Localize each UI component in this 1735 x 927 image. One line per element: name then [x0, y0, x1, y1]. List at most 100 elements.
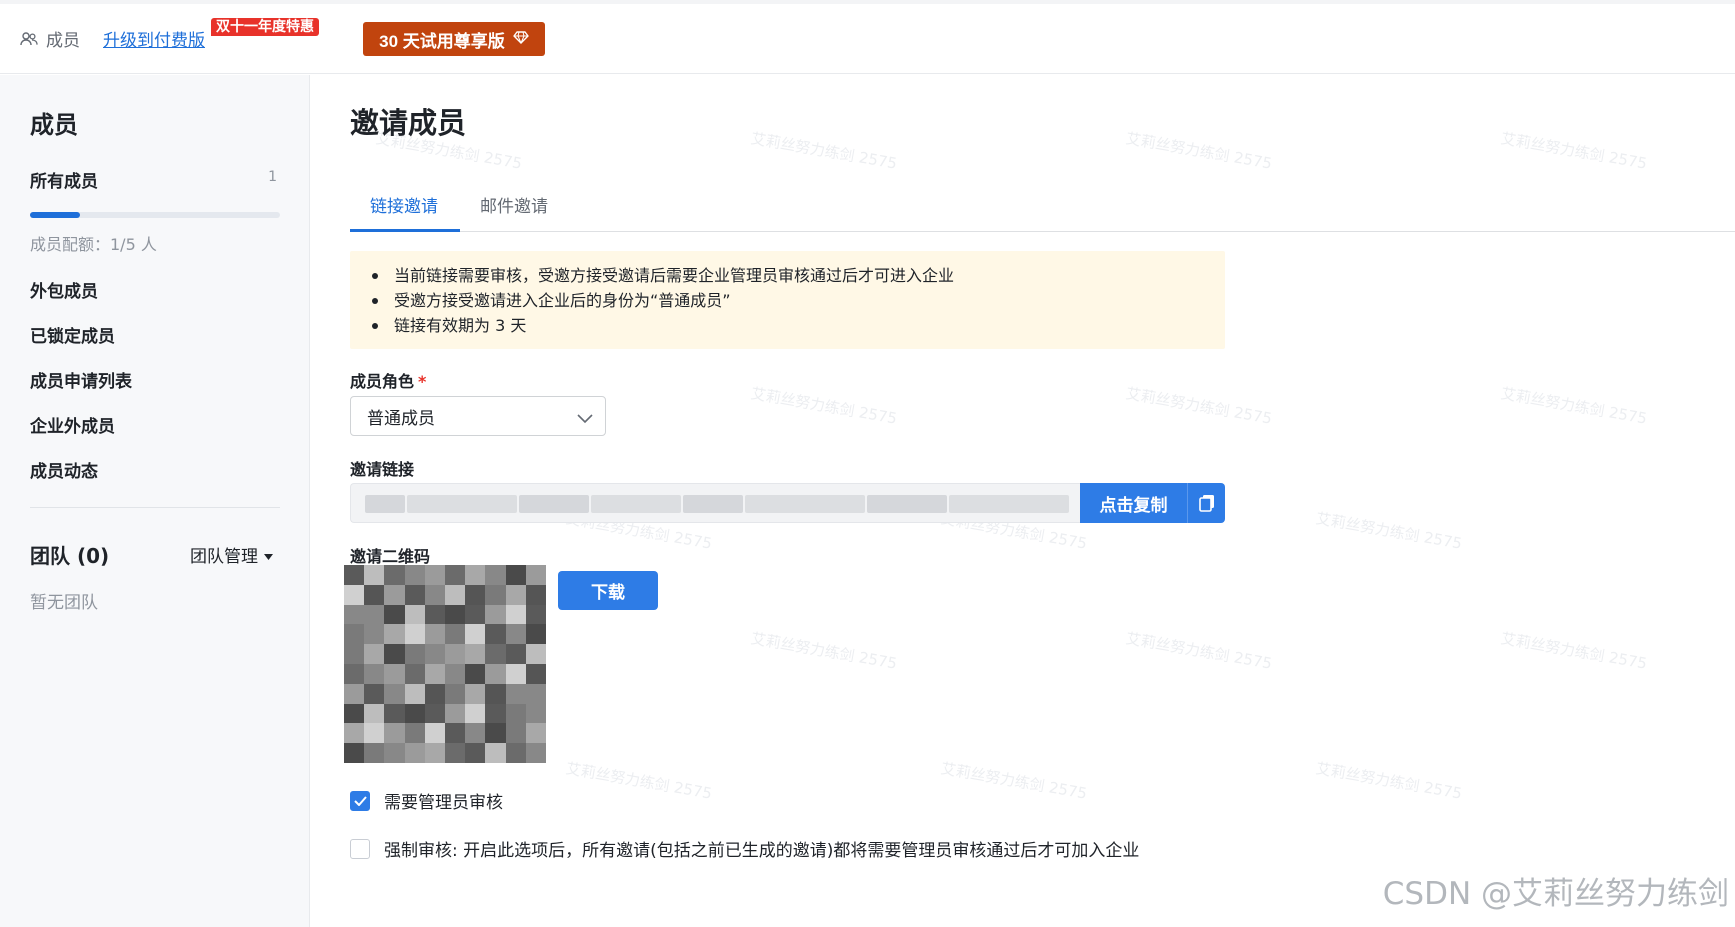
watermark: 艾莉丝努力练剑 2575 — [1499, 129, 1649, 173]
notice-box: 当前链接需要审核，受邀方接受邀请后需要企业管理员审核通过后才可进入企业 受邀方接… — [350, 251, 1225, 349]
qr-cell — [505, 683, 526, 704]
qr-cell — [344, 644, 365, 664]
force-review-option[interactable]: 强制审核: 开启此选项后，所有邀请(包括之前已生成的邀请)都将需要管理员审核通过… — [350, 836, 1139, 861]
qr-cell — [424, 723, 445, 744]
active-tab-indicator — [350, 229, 460, 232]
qr-cell — [525, 663, 546, 684]
qr-cell — [364, 604, 385, 625]
qr-cell — [424, 663, 445, 684]
qr-cell — [384, 644, 405, 664]
qr-cell — [445, 723, 466, 744]
notice-item: 当前链接需要审核，受邀方接受邀请后需要企业管理员审核通过后才可进入企业 — [372, 263, 1225, 288]
watermark: 艾莉丝努力练剑 2575 — [749, 129, 899, 173]
qr-cell — [384, 703, 405, 724]
qr-cell — [384, 565, 405, 585]
qr-cell — [344, 565, 365, 585]
breadcrumb: 成员 — [20, 26, 80, 51]
qr-cell — [505, 604, 526, 625]
team-manage-label: 团队管理 — [190, 547, 258, 567]
qr-cell — [525, 565, 546, 585]
qr-cell — [424, 624, 445, 645]
qr-cell — [445, 584, 466, 605]
watermark: 艾莉丝努力练剑 2575 — [1499, 384, 1649, 428]
qr-cell — [445, 644, 466, 664]
invite-link-field[interactable] — [350, 483, 1080, 523]
qr-cell — [364, 663, 385, 684]
qr-cell — [404, 663, 425, 684]
qr-cell — [465, 683, 486, 704]
qr-cell — [424, 683, 445, 704]
watermark: 艾莉丝努力练剑 2575 — [939, 759, 1089, 803]
qr-cell — [424, 565, 445, 585]
qr-cell — [525, 723, 546, 744]
watermark: 艾莉丝努力练剑 2575 — [749, 384, 899, 428]
force-review-checkbox[interactable] — [350, 838, 370, 859]
qr-cell — [344, 683, 365, 704]
qr-cell — [525, 703, 546, 724]
sidebar-item-external[interactable]: 企业外成员 — [30, 412, 115, 437]
copy-icon — [1188, 494, 1225, 512]
qr-cell — [384, 624, 405, 645]
require-review-checkbox[interactable] — [350, 790, 370, 811]
trial-button[interactable]: 30 天试用尊享版 — [363, 22, 545, 56]
no-team-text: 暂无团队 — [30, 593, 98, 613]
quota-progress-fill — [30, 212, 80, 218]
role-label: 成员角色 * — [350, 368, 426, 392]
tab-link-invite[interactable]: 链接邀请 — [370, 192, 438, 217]
sidebar-item-applications[interactable]: 成员申请列表 — [30, 367, 132, 392]
qr-cell — [404, 644, 425, 664]
page-title: 邀请成员 — [350, 106, 467, 140]
require-admin-review-option[interactable]: 需要管理员审核 — [350, 788, 503, 813]
qr-cell — [445, 565, 466, 585]
team-manage-dropdown[interactable]: 团队管理 — [190, 542, 273, 567]
qr-cell — [525, 743, 546, 763]
copy-link-button[interactable]: 点击复制 — [1080, 483, 1225, 523]
qr-cell — [384, 663, 405, 684]
qr-cell — [404, 683, 425, 704]
qr-cell — [505, 743, 526, 763]
qr-cell — [485, 703, 506, 724]
sidebar-item-all-members[interactable]: 所有成员 — [30, 167, 98, 192]
caret-down-icon — [264, 545, 273, 565]
qr-cell — [485, 743, 506, 763]
qr-cell — [344, 743, 365, 763]
qr-cell — [364, 584, 385, 605]
qr-cell — [525, 644, 546, 664]
qr-cell — [485, 604, 506, 625]
qr-cell — [445, 624, 466, 645]
qr-cell — [505, 663, 526, 684]
watermark: 艾莉丝努力练剑 2575 — [1124, 629, 1274, 673]
watermark: 艾莉丝努力练剑 2575 — [1124, 384, 1274, 428]
sidebar-item-locked[interactable]: 已锁定成员 — [30, 322, 115, 347]
breadcrumb-label: 成员 — [46, 31, 80, 51]
qr-cell — [445, 663, 466, 684]
role-select[interactable]: 普通成员 — [350, 396, 606, 436]
qr-cell — [525, 584, 546, 605]
upgrade-link[interactable]: 升级到付费版 — [103, 26, 205, 51]
role-select-value: 普通成员 — [367, 408, 435, 429]
qr-cell — [344, 663, 365, 684]
qr-cell — [505, 565, 526, 585]
qr-cell — [424, 604, 445, 625]
qr-cell — [424, 743, 445, 763]
link-label: 邀请链接 — [350, 460, 415, 479]
sidebar-item-outsourced[interactable]: 外包成员 — [30, 277, 98, 302]
qr-cell — [424, 644, 445, 664]
qr-cell — [525, 624, 546, 645]
qr-cell — [485, 723, 506, 744]
watermark: 艾莉丝努力练剑 2575 — [564, 759, 714, 803]
qr-cell — [465, 663, 486, 684]
members-icon — [20, 31, 38, 46]
download-button[interactable]: 下载 — [558, 571, 658, 610]
watermark: 艾莉丝努力练剑 2575 — [1314, 509, 1464, 553]
qr-cell — [445, 604, 466, 625]
watermark: 艾莉丝努力练剑 2575 — [1124, 129, 1274, 173]
qr-cell — [384, 683, 405, 704]
qr-cell — [485, 624, 506, 645]
qr-cell — [404, 743, 425, 763]
sidebar-item-activity[interactable]: 成员动态 — [30, 457, 98, 482]
tab-email-invite[interactable]: 邮件邀请 — [480, 192, 548, 217]
qr-cell — [404, 604, 425, 625]
footer-watermark: CSDN @艾莉丝努力练剑 — [1382, 876, 1729, 912]
qr-cell — [445, 703, 466, 724]
